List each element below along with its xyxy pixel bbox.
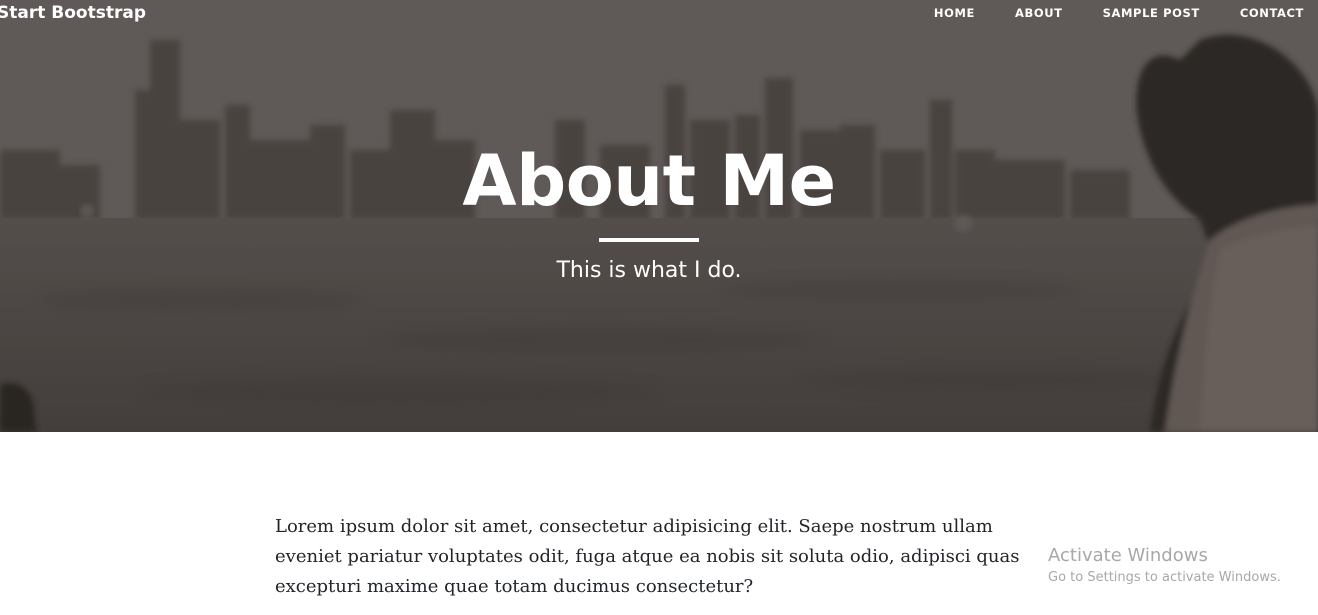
nav-link-sample-post[interactable]: SAMPLE POST: [1077, 6, 1214, 20]
nav-link-about[interactable]: ABOUT: [989, 6, 1077, 20]
page-title: About Me: [462, 140, 836, 222]
watermark-title: Activate Windows: [1048, 545, 1208, 566]
page-subtitle: This is what I do.: [556, 258, 742, 283]
main-content: Lorem ipsum dolor sit amet, consectetur …: [275, 512, 1035, 602]
page-heading: About Me This is what I do.: [0, 136, 1298, 286]
content-paragraph: Lorem ipsum dolor sit amet, consectetur …: [275, 516, 1020, 597]
windows-activation-watermark: Activate Windows Go to Settings to activ…: [1048, 544, 1308, 588]
nav-link-home[interactable]: HOME: [934, 6, 989, 20]
watermark-subtitle: Go to Settings to activate Windows.: [1048, 570, 1281, 585]
title-divider: [599, 238, 699, 242]
nav-links: HOME ABOUT SAMPLE POST CONTACT: [934, 6, 1318, 20]
hero-header: Start Bootstrap HOME ABOUT SAMPLE POST C…: [0, 0, 1318, 432]
navbar: Start Bootstrap HOME ABOUT SAMPLE POST C…: [0, 0, 1318, 30]
brand-link[interactable]: Start Bootstrap: [0, 3, 146, 23]
nav-link-contact[interactable]: CONTACT: [1214, 6, 1318, 20]
